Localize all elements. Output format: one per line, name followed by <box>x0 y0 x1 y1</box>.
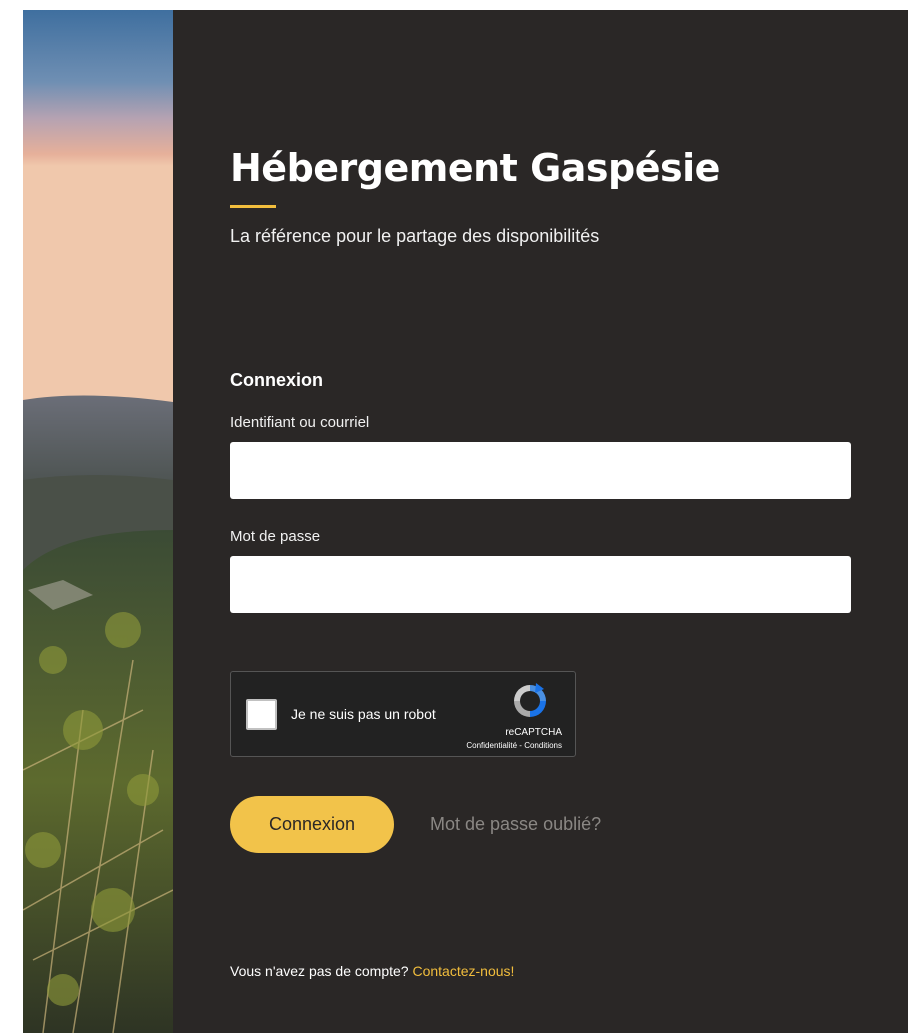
recaptcha-logo-icon <box>514 683 546 717</box>
login-button[interactable]: Connexion <box>230 796 394 853</box>
contact-link[interactable]: Contactez-nous! <box>412 963 514 979</box>
login-panel: Hébergement Gaspésie La référence pour l… <box>173 10 908 1033</box>
site-title: Hébergement Gaspésie <box>230 146 720 190</box>
title-underline <box>230 205 276 208</box>
recaptcha-checkbox[interactable] <box>246 699 277 730</box>
login-heading: Connexion <box>230 370 323 390</box>
username-input[interactable] <box>230 442 851 499</box>
login-page: Hébergement Gaspésie La référence pour l… <box>23 10 908 1033</box>
recaptcha-brand: reCAPTCHA <box>505 727 562 738</box>
recaptcha-label: Je ne suis pas un robot <box>291 706 436 722</box>
password-input[interactable] <box>230 556 851 613</box>
recaptcha-terms-link[interactable]: Conditions <box>524 741 562 750</box>
landscape-photo <box>23 10 173 1033</box>
site-tagline: La référence pour le partage des disponi… <box>230 226 600 246</box>
forgot-password-link[interactable]: Mot de passe oublié? <box>430 814 601 835</box>
signup-prompt: Vous n'avez pas de compte? <box>230 963 409 979</box>
username-label: Identifiant ou courriel <box>230 414 370 431</box>
recaptcha-links: Confidentialité - Conditions <box>466 741 562 750</box>
password-label: Mot de passe <box>230 528 321 545</box>
recaptcha-privacy-link[interactable]: Confidentialité <box>466 741 517 750</box>
recaptcha-widget: Je ne suis pas un robot reCAPTCHA Confid… <box>230 671 576 757</box>
signup-row: Vous n'avez pas de compte? Contactez-nou… <box>230 963 514 979</box>
